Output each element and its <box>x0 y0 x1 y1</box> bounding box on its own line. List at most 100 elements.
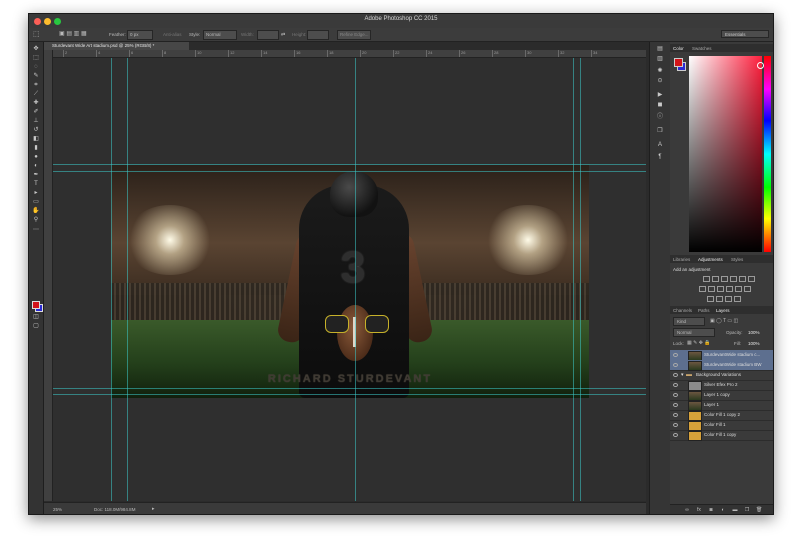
vibrance-icon[interactable] <box>739 276 746 282</box>
layer-comps-icon[interactable]: ❐ <box>656 128 664 135</box>
height-input[interactable] <box>307 30 329 40</box>
tab-adjustments[interactable]: Adjustments <box>698 257 723 262</box>
tab-swatches[interactable]: Swatches <box>692 46 712 51</box>
brush-tool-icon[interactable]: ✐ <box>32 109 40 116</box>
exposure-icon[interactable] <box>730 276 737 282</box>
pen-tool-icon[interactable]: ✒ <box>32 172 40 179</box>
gradient-tool-icon[interactable]: ▮ <box>32 145 40 152</box>
properties-panel-icon[interactable]: ▥ <box>656 56 664 63</box>
lock-icons[interactable]: ▦ ✎ ✥ 🔒 <box>687 340 711 346</box>
screen-mode-icon[interactable]: ▢ <box>32 323 40 330</box>
new-layer-icon[interactable]: ❐ <box>744 507 750 513</box>
layer-filter-icons[interactable]: ▣ ◯ T ▭ ◫ <box>710 318 738 324</box>
levels-icon[interactable] <box>712 276 719 282</box>
color-field[interactable] <box>689 56 762 252</box>
gradient-map-icon[interactable] <box>748 276 755 282</box>
character-panel-icon[interactable]: A <box>656 142 664 149</box>
layer-row[interactable]: Color Fill 1 copy <box>670 430 773 441</box>
zoom-level[interactable]: 25% <box>53 507 62 512</box>
opacity-value[interactable]: 100% <box>748 330 760 335</box>
healing-brush-tool-icon[interactable]: ✚ <box>32 100 40 107</box>
threshold-icon[interactable] <box>725 296 732 302</box>
tab-paths[interactable]: Paths <box>698 308 710 313</box>
lasso-tool-icon[interactable]: ◌ <box>32 64 40 71</box>
brush-panel-icon[interactable]: ✺ <box>656 68 664 75</box>
color-balance-icon[interactable] <box>708 286 715 292</box>
black-white-icon[interactable] <box>717 286 724 292</box>
dodge-tool-icon[interactable]: ◐ <box>32 163 40 170</box>
layer-visibility-eye-icon[interactable] <box>673 393 678 397</box>
selection-mode-icons[interactable]: ▣ ▤ ▥ ▦ <box>59 30 87 37</box>
layer-visibility-eye-icon[interactable] <box>673 433 678 437</box>
add-mask-icon[interactable]: ◙ <box>708 507 714 513</box>
eraser-tool-icon[interactable]: ◧ <box>32 136 40 143</box>
anti-alias-checkbox[interactable]: Anti-alias <box>163 32 182 37</box>
paragraph-panel-icon[interactable]: ¶ <box>656 154 664 161</box>
tab-color[interactable]: Color <box>673 46 684 51</box>
move-tool-icon[interactable]: ✥ <box>32 46 40 53</box>
invert-icon[interactable] <box>707 296 714 302</box>
tab-styles[interactable]: Styles <box>731 257 743 262</box>
guide-vertical-4[interactable] <box>573 58 574 501</box>
color-lookup-icon[interactable] <box>744 286 751 292</box>
marquee-tool-icon[interactable]: ⬚ <box>32 55 40 62</box>
document-image[interactable]: 3 RICHARD STURDEVANT <box>111 165 589 398</box>
guide-vertical-1[interactable] <box>111 58 112 501</box>
layer-visibility-eye-icon[interactable] <box>673 383 678 387</box>
fill-value[interactable]: 100% <box>748 341 760 346</box>
blend-mode-select[interactable]: Normal <box>673 328 715 337</box>
history-panel-icon[interactable]: ▤ <box>656 46 664 53</box>
zoom-tool-icon[interactable]: ⚲ <box>32 217 40 224</box>
guide-vertical-5[interactable] <box>580 58 581 501</box>
new-adjustment-layer-icon[interactable]: ◐ <box>720 507 726 513</box>
layer-kind-filter[interactable]: Kind <box>673 317 705 326</box>
hand-tool-icon[interactable]: ✋ <box>32 208 40 215</box>
layer-visibility-eye-icon[interactable] <box>673 423 678 427</box>
marquee-tool-preset-icon[interactable]: ⬚ <box>33 30 40 38</box>
layer-visibility-eye-icon[interactable] <box>673 363 678 367</box>
hue-slider[interactable] <box>764 56 771 252</box>
history-brush-tool-icon[interactable]: ↺ <box>32 127 40 134</box>
workspace-select[interactable]: Essentials <box>721 30 769 38</box>
posterize-icon[interactable] <box>716 296 723 302</box>
guide-horizontal-4[interactable] <box>53 394 646 395</box>
path-selection-tool-icon[interactable]: ▸ <box>32 190 40 197</box>
selective-color-icon[interactable] <box>734 296 741 302</box>
hue-saturation-icon[interactable] <box>699 286 706 292</box>
quick-mask-icon[interactable]: ◫ <box>32 314 40 321</box>
layer-visibility-eye-icon[interactable] <box>673 403 678 407</box>
style-select[interactable]: Normal <box>203 30 237 40</box>
vertical-ruler[interactable] <box>44 50 53 501</box>
feather-input[interactable]: 0 px <box>127 30 153 40</box>
foreground-color-swatch[interactable] <box>32 301 40 309</box>
actions-panel-icon[interactable]: ▶ <box>656 92 664 99</box>
clone-stamp-tool-icon[interactable]: ⊥ <box>32 118 40 125</box>
eyedropper-tool-icon[interactable]: ⟋ <box>32 91 40 98</box>
clone-source-icon[interactable]: ⊙ <box>656 78 664 85</box>
canvas-area[interactable]: 3 RICHARD STURDEVANT <box>53 58 646 501</box>
guide-horizontal-1[interactable] <box>53 164 646 165</box>
color-panel-foreground-swatch[interactable] <box>674 58 683 67</box>
refine-edge-button[interactable]: Refine Edge... <box>337 30 371 40</box>
layer-visibility-eye-icon[interactable] <box>673 413 678 417</box>
photo-filter-icon[interactable] <box>726 286 733 292</box>
channel-mixer-icon[interactable] <box>735 286 742 292</box>
status-menu-arrow-icon[interactable]: ▸ <box>152 506 155 512</box>
guide-horizontal-3[interactable] <box>53 388 646 389</box>
blur-tool-icon[interactable]: ● <box>32 154 40 161</box>
brightness-contrast-icon[interactable] <box>703 276 710 282</box>
type-tool-icon[interactable]: T <box>32 181 40 188</box>
crop-tool-icon[interactable]: ⌗ <box>32 82 40 89</box>
layer-visibility-eye-icon[interactable] <box>673 353 678 357</box>
guide-vertical-3[interactable] <box>355 58 356 501</box>
more-tools-icon[interactable]: ⋯ <box>32 227 40 234</box>
rectangle-tool-icon[interactable]: ▭ <box>32 199 40 206</box>
swap-icon[interactable]: ⇄ <box>281 32 285 38</box>
curves-icon[interactable] <box>721 276 728 282</box>
guide-vertical-2[interactable] <box>127 58 128 501</box>
delete-layer-icon[interactable]: 🗑 <box>756 507 762 513</box>
guide-horizontal-2[interactable] <box>53 171 646 172</box>
new-group-icon[interactable]: ▬ <box>732 507 738 513</box>
width-input[interactable] <box>257 30 279 40</box>
tab-layers[interactable]: Layers <box>716 308 730 313</box>
